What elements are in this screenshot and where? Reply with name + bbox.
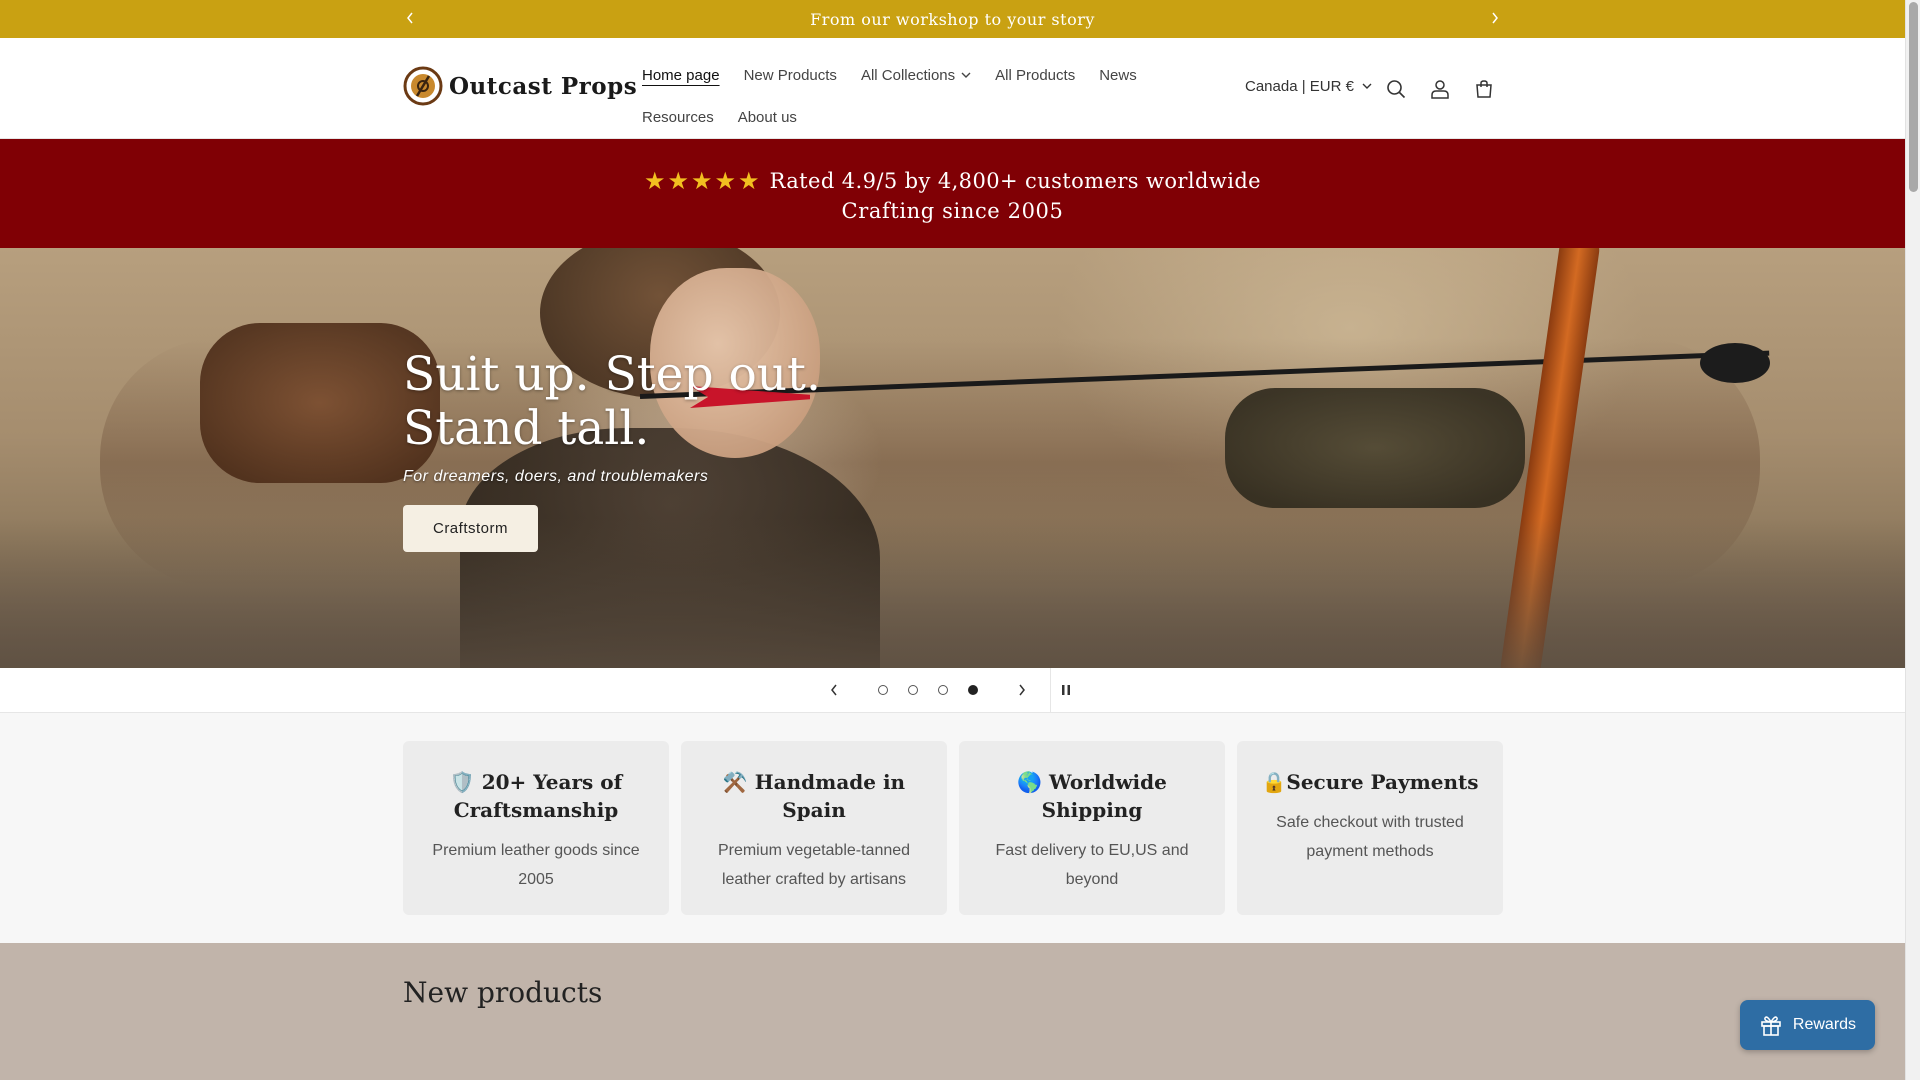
hero-image-arrow-tip: [1700, 343, 1770, 383]
chevron-right-icon: [1019, 684, 1025, 696]
feature-description: Premium leather goods since 2005: [432, 842, 640, 888]
announcement-text: From our workshop to your story: [810, 9, 1095, 29]
new-products-section: New products: [0, 943, 1905, 1080]
slideshow-pause-button[interactable]: [1056, 680, 1076, 700]
nav-home-page[interactable]: Home page: [642, 67, 720, 84]
feature-card: 🔒Secure Payments Safe checkout with trus…: [1237, 741, 1503, 915]
scrollbar-thumb[interactable]: [1909, 2, 1918, 192]
controls-divider: [1050, 668, 1051, 713]
account-button[interactable]: [1427, 76, 1453, 102]
nav-resources[interactable]: Resources: [642, 109, 714, 126]
nav-label: New Products: [743, 66, 837, 84]
slide-dot-4[interactable]: [968, 685, 978, 695]
nav-label: About us: [737, 108, 797, 126]
nav-news[interactable]: News: [1099, 67, 1137, 84]
nav-all-collections[interactable]: All Collections: [861, 67, 971, 84]
section-heading: New products: [403, 976, 603, 1009]
nav-label: News: [1099, 66, 1137, 84]
announcement-next-button[interactable]: [1485, 8, 1505, 28]
announcement-prev-button[interactable]: [400, 8, 420, 28]
slideshow-controls: [0, 668, 1905, 713]
hero-content: Suit up. Step out. Stand tall. For dream…: [403, 348, 963, 552]
feature-card: 🛡️ 20+ Years of Craftsmanship Premium le…: [403, 741, 669, 915]
search-icon: [1387, 80, 1406, 99]
slide-dot-1[interactable]: [878, 685, 888, 695]
slide-next-button[interactable]: [1012, 680, 1032, 700]
nav-label: All Collections: [860, 66, 956, 84]
nav-new-products[interactable]: New Products: [744, 67, 837, 84]
page-scrollbar[interactable]: [1905, 0, 1920, 1080]
hero-title: Suit up. Step out. Stand tall.: [403, 347, 821, 456]
chevron-left-icon: [831, 684, 837, 696]
hero-cta-button[interactable]: Craftstorm: [403, 505, 538, 552]
nav-about-us[interactable]: About us: [738, 109, 797, 126]
cart-icon: [1476, 80, 1492, 98]
hero-slide: Suit up. Step out. Stand tall. For dream…: [0, 248, 1905, 668]
region-label: Canada | EUR €: [1245, 78, 1354, 95]
nav-label: Resources: [642, 108, 714, 126]
slide-dot-3[interactable]: [938, 685, 948, 695]
site-header: Outcast Props Home page New Products All…: [0, 38, 1905, 139]
lock-icon: 🔒: [1261, 770, 1287, 794]
feature-title: 🌎 Worldwide Shipping: [1017, 770, 1167, 822]
slide-dot-2[interactable]: [908, 685, 918, 695]
hero-subtitle: For dreamers, doers, and troublemakers: [403, 468, 709, 485]
hammer-pick-icon: ⚒️: [722, 770, 748, 794]
feature-card: ⚒️ Handmade in Spain Premium vegetable-t…: [681, 741, 947, 915]
feature-description: Fast delivery to EU,US and beyond: [995, 842, 1189, 888]
shield-icon: 🛡️: [449, 770, 475, 794]
search-button[interactable]: [1383, 76, 1409, 102]
rating-text: Rated 4.9/5 by 4,800+ customers worldwid…: [769, 169, 1261, 193]
rating-stars-icon: ★★★★★: [643, 167, 762, 195]
feature-title: ⚒️ Handmade in Spain: [722, 770, 906, 822]
since-text: Crafting since 2005: [841, 199, 1064, 223]
nav-all-products[interactable]: All Products: [995, 67, 1075, 84]
feature-description: Premium vegetable-tanned leather crafted…: [717, 842, 911, 888]
feature-title: 🛡️ 20+ Years of Craftsmanship: [449, 770, 623, 822]
chevron-down-icon: [961, 72, 971, 78]
chevron-right-icon: [1492, 12, 1498, 24]
chevron-down-icon: [1362, 83, 1372, 89]
rating-banner: ★★★★★ Rated 4.9/5 by 4,800+ customers wo…: [0, 139, 1905, 248]
user-icon: [1431, 80, 1449, 99]
hero-image-bracer-right: [1225, 388, 1525, 508]
nav-label: All Products: [995, 66, 1076, 84]
gift-icon: [1761, 1016, 1781, 1036]
announcement-bar: From our workshop to your story: [0, 0, 1905, 38]
slide-prev-button[interactable]: [824, 680, 844, 700]
brand-name: Outcast Props: [449, 72, 638, 100]
nav-label: Home page: [642, 66, 720, 84]
brand-emblem-icon: [403, 66, 443, 106]
country-currency-selector[interactable]: Canada | EUR €: [1245, 78, 1372, 95]
feature-card: 🌎 Worldwide Shipping Fast delivery to EU…: [959, 741, 1225, 915]
cart-button[interactable]: [1471, 76, 1497, 102]
rewards-launcher-button[interactable]: Rewards: [1740, 1000, 1875, 1050]
main-navigation: Home page New Products All Collections A…: [642, 58, 1162, 142]
brand-logo[interactable]: Outcast Props: [403, 62, 637, 110]
features-section: 🛡️ 20+ Years of Craftsmanship Premium le…: [0, 713, 1905, 943]
feature-title: 🔒Secure Payments: [1261, 770, 1479, 794]
feature-description: Safe checkout with trusted payment metho…: [1276, 814, 1464, 860]
rewards-label: Rewards: [1792, 1016, 1857, 1033]
globe-icon: 🌎: [1017, 770, 1043, 794]
chevron-left-icon: [407, 12, 413, 24]
pause-icon: [1062, 685, 1070, 695]
